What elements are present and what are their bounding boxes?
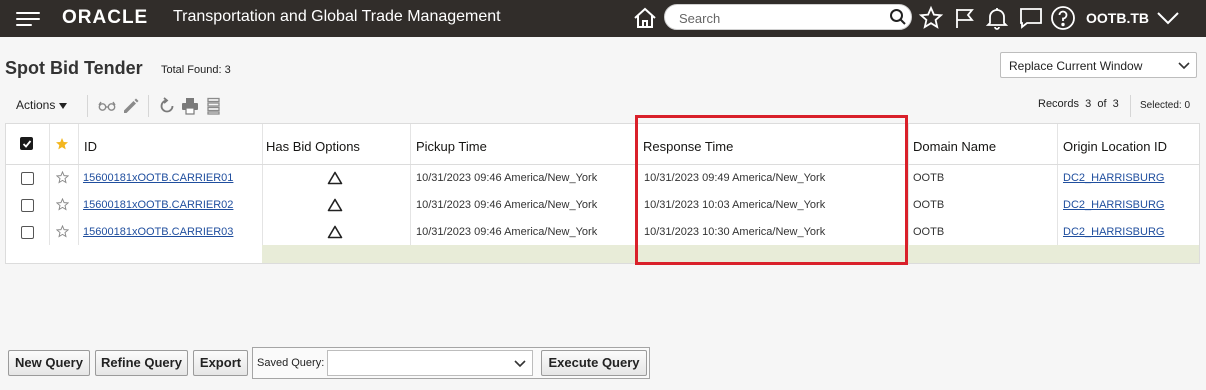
- row-checkbox[interactable]: [21, 199, 34, 212]
- user-menu-label[interactable]: OOTB.TB: [1086, 10, 1149, 26]
- row-checkbox[interactable]: [21, 226, 34, 239]
- oracle-logo: ORACLE: [62, 7, 149, 28]
- toolbar-divider: [87, 95, 88, 117]
- records-total: 3: [1112, 98, 1119, 110]
- column-header-domain-name[interactable]: Domain Name: [913, 139, 996, 154]
- row-id-link[interactable]: 15600181xOOTB.CARRIER02: [83, 199, 233, 211]
- favorite-star-icon[interactable]: [56, 225, 69, 238]
- flag-icon[interactable]: [952, 5, 978, 31]
- search-box[interactable]: [664, 4, 912, 30]
- domain-name-cell: OOTB: [913, 199, 945, 211]
- page-title: Spot Bid Tender: [5, 58, 143, 78]
- favorite-star-icon[interactable]: [56, 198, 69, 211]
- bid-options-triangle-icon: [327, 225, 343, 239]
- checkmark-icon: [22, 139, 31, 148]
- response-time-highlight-box: [635, 115, 908, 265]
- table-row[interactable]: 15600181xOOTB.CARRIER03 10/31/2023 09:46…: [6, 219, 1199, 246]
- saved-query-select[interactable]: [327, 350, 533, 376]
- results-toolbar: Actions Records 3 of 3 Selected: 0: [5, 92, 1200, 118]
- pickup-time-cell: 10/31/2023 09:46 America/New_York: [416, 172, 598, 184]
- pickup-time-cell: 10/31/2023 09:46 America/New_York: [416, 226, 598, 238]
- row-id-link[interactable]: 15600181xOOTB.CARRIER01: [83, 172, 233, 184]
- columns-list-icon[interactable]: [205, 97, 223, 115]
- selected-count: Selected: 0: [1140, 100, 1191, 111]
- actions-menu-button[interactable]: Actions: [16, 98, 68, 112]
- total-found: Total Found: 3: [161, 64, 231, 76]
- menu-icon[interactable]: [16, 10, 40, 28]
- pickup-time-cell: 10/31/2023 09:46 America/New_York: [416, 199, 598, 211]
- window-mode-value: Replace Current Window: [1009, 59, 1143, 73]
- refine-query-button[interactable]: Refine Query: [95, 350, 188, 376]
- domain-name-cell: OOTB: [913, 226, 945, 238]
- app-title: Transportation and Global Trade Manageme…: [173, 8, 501, 25]
- search-input[interactable]: [677, 8, 881, 28]
- bid-options-triangle-icon: [327, 171, 343, 185]
- origin-location-link[interactable]: DC2_HARRISBURG: [1063, 226, 1164, 238]
- actions-label: Actions: [16, 98, 56, 112]
- origin-location-link[interactable]: DC2_HARRISBURG: [1063, 199, 1164, 211]
- favorite-star-icon[interactable]: [56, 171, 69, 184]
- edit-pencil-icon[interactable]: [122, 97, 140, 115]
- records-label: Records: [1038, 98, 1079, 110]
- table-row[interactable]: 15600181xOOTB.CARRIER02 10/31/2023 09:46…: [6, 192, 1199, 219]
- chevron-down-icon: [1178, 62, 1190, 70]
- refresh-icon[interactable]: [158, 97, 176, 115]
- view-glasses-icon[interactable]: [98, 97, 116, 115]
- select-all-checkbox[interactable]: [20, 137, 33, 150]
- chevron-down-icon[interactable]: [1155, 8, 1181, 28]
- help-icon[interactable]: [1050, 5, 1076, 31]
- new-query-button[interactable]: New Query: [8, 350, 90, 376]
- records-counter: Records 3 of 3: [1038, 98, 1119, 110]
- toolbar-divider: [148, 95, 149, 117]
- column-header-origin-location-id[interactable]: Origin Location ID: [1063, 139, 1167, 154]
- favorite-star-icon[interactable]: [55, 137, 69, 151]
- star-icon[interactable]: [918, 5, 944, 31]
- saved-query-group: Saved Query: Execute Query: [252, 347, 650, 379]
- column-header-has-bid-options[interactable]: Has Bid Options: [266, 139, 360, 154]
- top-header: ORACLE Transportation and Global Trade M…: [0, 0, 1206, 37]
- table-row[interactable]: 15600181xOOTB.CARRIER01 10/31/2023 09:46…: [6, 165, 1199, 192]
- results-table: ID Has Bid Options Pickup Time Response …: [5, 123, 1200, 264]
- domain-name-cell: OOTB: [913, 172, 945, 184]
- row-id-link[interactable]: 15600181xOOTB.CARRIER03: [83, 226, 233, 238]
- print-icon[interactable]: [181, 97, 199, 115]
- search-icon[interactable]: [889, 8, 907, 26]
- caret-down-icon: [59, 102, 68, 109]
- home-icon[interactable]: [632, 5, 658, 31]
- bid-options-triangle-icon: [327, 198, 343, 212]
- window-mode-select[interactable]: Replace Current Window: [1000, 52, 1197, 78]
- export-button[interactable]: Export: [193, 350, 248, 376]
- records-of: of: [1097, 98, 1107, 110]
- column-header-id[interactable]: ID: [84, 139, 97, 154]
- origin-location-link[interactable]: DC2_HARRISBURG: [1063, 172, 1164, 184]
- chevron-down-icon: [514, 360, 526, 368]
- row-checkbox[interactable]: [21, 172, 34, 185]
- column-header-pickup-time[interactable]: Pickup Time: [416, 139, 487, 154]
- bell-icon[interactable]: [984, 5, 1010, 31]
- saved-query-label: Saved Query:: [257, 357, 325, 369]
- execute-query-button[interactable]: Execute Query: [541, 350, 647, 376]
- chat-icon[interactable]: [1018, 5, 1044, 31]
- records-current: 3: [1085, 98, 1092, 110]
- toolbar-divider: [1130, 95, 1131, 117]
